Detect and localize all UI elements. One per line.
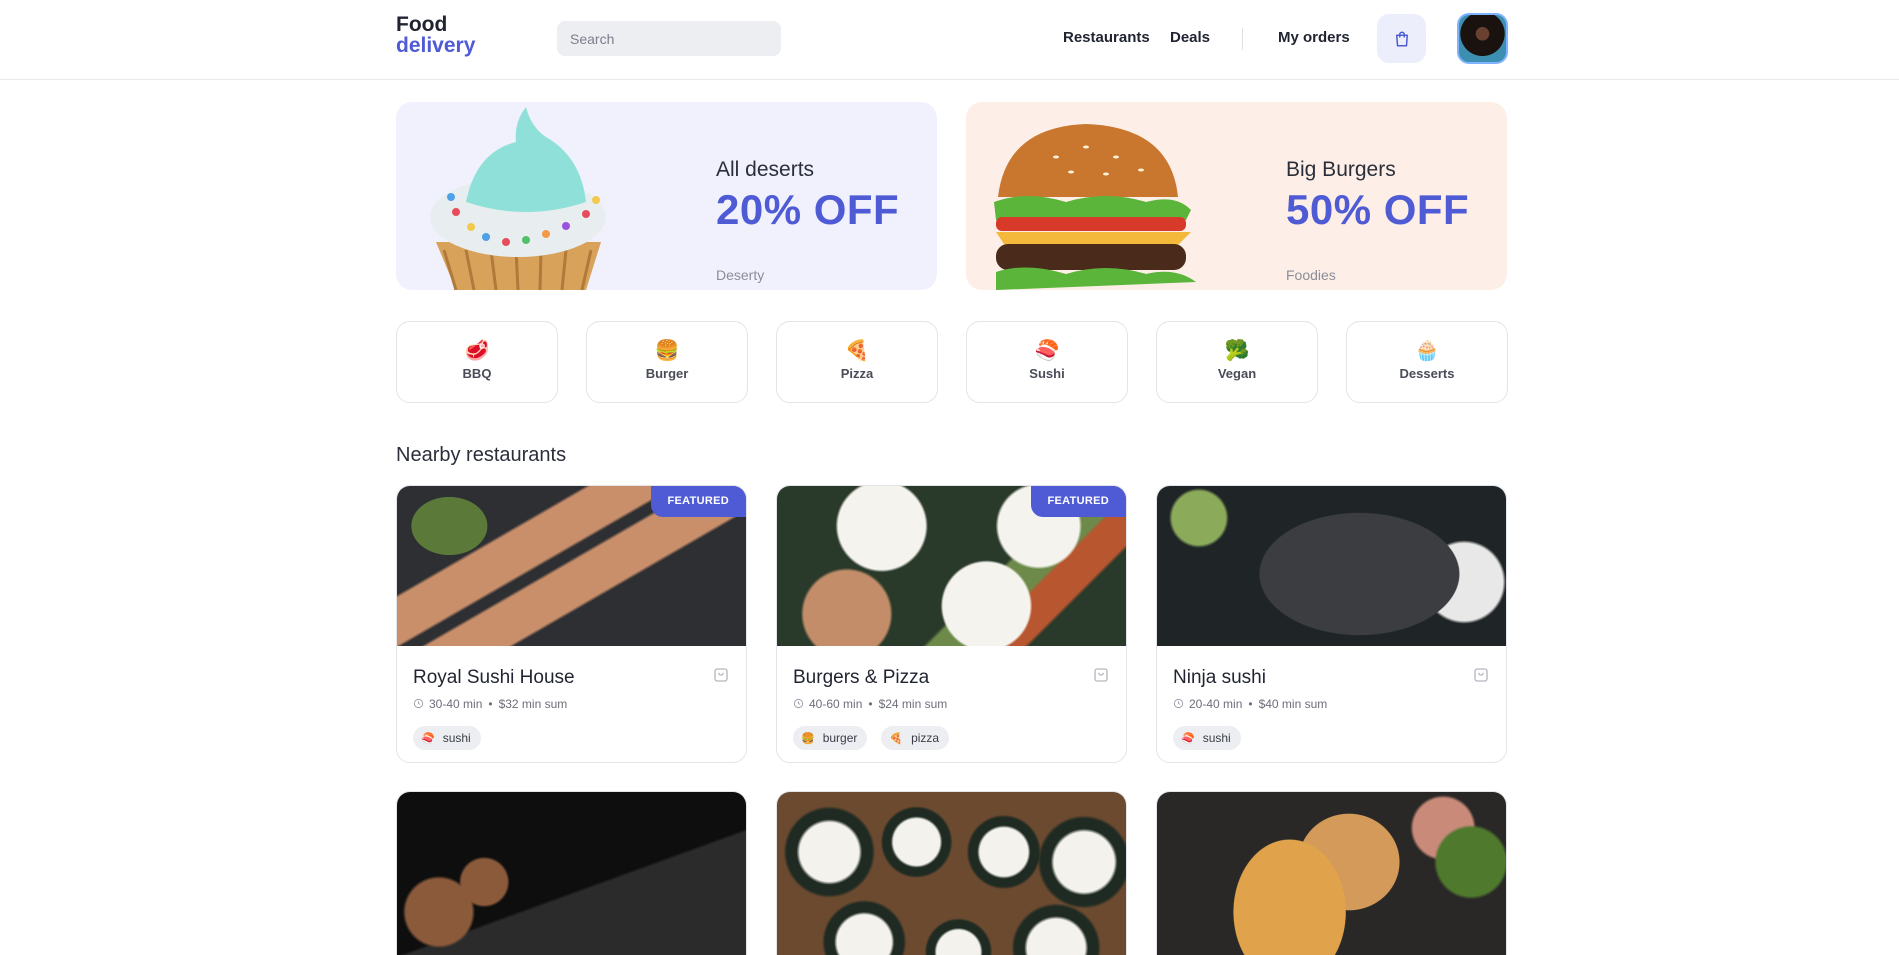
logo-line-2: delivery: [396, 34, 476, 57]
promo-brand: Deserty: [716, 267, 765, 283]
avatar[interactable]: [1457, 13, 1508, 64]
burger-icon: 🍔: [654, 340, 680, 362]
nav-restaurants[interactable]: Restaurants: [1063, 29, 1150, 46]
sushi-icon: 🍣: [1034, 340, 1060, 362]
burger-image: [994, 124, 1196, 290]
pizza-icon: 🍕: [844, 340, 870, 362]
cupcake-icon: 🧁: [1414, 340, 1440, 362]
shopping-bag-icon[interactable]: [1472, 666, 1490, 684]
restaurant-name: Ninja sushi: [1173, 667, 1266, 688]
restaurant-card[interactable]: [396, 791, 747, 955]
restaurant-meta: 20-40 min • $40 min sum: [1173, 697, 1327, 711]
restaurant-meta: 30-40 min • $32 min sum: [413, 697, 567, 711]
restaurant-image: [777, 792, 1126, 955]
category-label: BBQ: [462, 366, 492, 381]
clock-icon: [413, 698, 424, 709]
category-burger[interactable]: 🍔 Burger: [586, 321, 748, 403]
min-sum: $40 min sum: [1258, 697, 1328, 711]
category-label: Burger: [645, 366, 689, 381]
category-pizza[interactable]: 🍕 Pizza: [776, 321, 938, 403]
restaurant-name: Burgers & Pizza: [793, 667, 930, 688]
top-header: Food delivery Restaurants Deals My order…: [0, 0, 1899, 80]
tag-label: sushi: [1202, 731, 1231, 745]
shopping-bag-icon[interactable]: [712, 666, 730, 684]
burger-icon: 🍔: [801, 733, 815, 745]
shopping-bag-icon[interactable]: [1092, 666, 1110, 684]
broccoli-icon: 🥦: [1224, 340, 1250, 362]
tag-sushi[interactable]: 🍣 sushi: [413, 726, 481, 750]
restaurant-card[interactable]: Ninja sushi 20-40 min • $40 min sum 🍣 sushi: [1156, 485, 1507, 763]
tag-pizza[interactable]: 🍕 pizza: [881, 726, 950, 750]
promo-offer: 20% OFF: [716, 186, 900, 233]
min-sum: $24 min sum: [878, 697, 948, 711]
cupcake-image: [430, 107, 606, 290]
clock-icon: [793, 698, 804, 709]
delivery-time: 40-60 min: [809, 697, 863, 711]
featured-badge: FEATURED: [650, 486, 746, 517]
restaurant-card[interactable]: FEATURED Royal Sushi House 30-40 min • $32…: [396, 485, 747, 763]
sushi-icon: 🍣: [421, 733, 435, 745]
delivery-time: 30-40 min: [429, 697, 483, 711]
logo-line-1: Food: [396, 13, 448, 36]
promo-brand: Foodies: [1286, 267, 1336, 283]
pizza-icon: 🍕: [889, 733, 904, 745]
category-label: Desserts: [1399, 366, 1455, 381]
promo-offer: 50% OFF: [1286, 186, 1470, 233]
promo-subtitle: Big Burgers: [1286, 158, 1396, 181]
meat-icon: 🥩: [464, 340, 490, 362]
restaurant-meta: 40-60 min • $24 min sum: [793, 697, 947, 711]
category-desserts[interactable]: 🧁 Desserts: [1346, 321, 1508, 403]
cart-button[interactable]: [1377, 14, 1426, 63]
separator-dot: •: [868, 697, 873, 711]
featured-badge: FEATURED: [1030, 486, 1126, 517]
promo-banner-burgers[interactable]: Big Burgers 50% OFF Foodies: [966, 102, 1507, 290]
shopping-bag-icon: [1395, 31, 1408, 46]
sushi-icon: 🍣: [1181, 733, 1195, 745]
restaurant-image: FEATURED: [397, 486, 746, 646]
category-label: Pizza: [840, 366, 874, 381]
section-title: Nearby restaurants: [396, 444, 567, 466]
nav-divider: [1242, 28, 1243, 50]
category-label: Sushi: [1029, 366, 1065, 381]
restaurant-card[interactable]: [1156, 791, 1507, 955]
restaurant-image: [1157, 792, 1506, 955]
restaurant-image: [397, 792, 746, 955]
separator-dot: •: [488, 697, 493, 711]
category-vegan[interactable]: 🥦 Vegan: [1156, 321, 1318, 403]
restaurant-card[interactable]: FEATURED Burgers & Pizza 40-60 min • $24 m…: [776, 485, 1127, 763]
nav-deals[interactable]: Deals: [1170, 29, 1210, 46]
search-input[interactable]: [557, 21, 781, 56]
category-sushi[interactable]: 🍣 Sushi: [966, 321, 1128, 403]
tag-burger[interactable]: 🍔 burger: [793, 726, 868, 750]
restaurant-name: Royal Sushi House: [413, 667, 575, 688]
min-sum: $32 min sum: [498, 697, 568, 711]
promo-banner-desserts[interactable]: All deserts 20% OFF Deserty: [396, 102, 937, 290]
restaurant-card[interactable]: [776, 791, 1127, 955]
tag-label: burger: [822, 731, 858, 745]
tag-sushi[interactable]: 🍣 sushi: [1173, 726, 1241, 750]
delivery-time: 20-40 min: [1189, 697, 1243, 711]
tag-label: sushi: [442, 731, 471, 745]
promo-subtitle: All deserts: [716, 158, 815, 181]
category-bbq[interactable]: 🥩 BBQ: [396, 321, 558, 403]
clock-icon: [1173, 698, 1184, 709]
logo[interactable]: Food delivery: [396, 14, 475, 56]
restaurant-image: FEATURED: [777, 486, 1126, 646]
nav-my-orders[interactable]: My orders: [1278, 29, 1350, 46]
separator-dot: •: [1248, 697, 1253, 711]
restaurant-image: [1157, 486, 1506, 646]
tag-label: pizza: [911, 731, 940, 745]
category-label: Vegan: [1217, 366, 1257, 381]
